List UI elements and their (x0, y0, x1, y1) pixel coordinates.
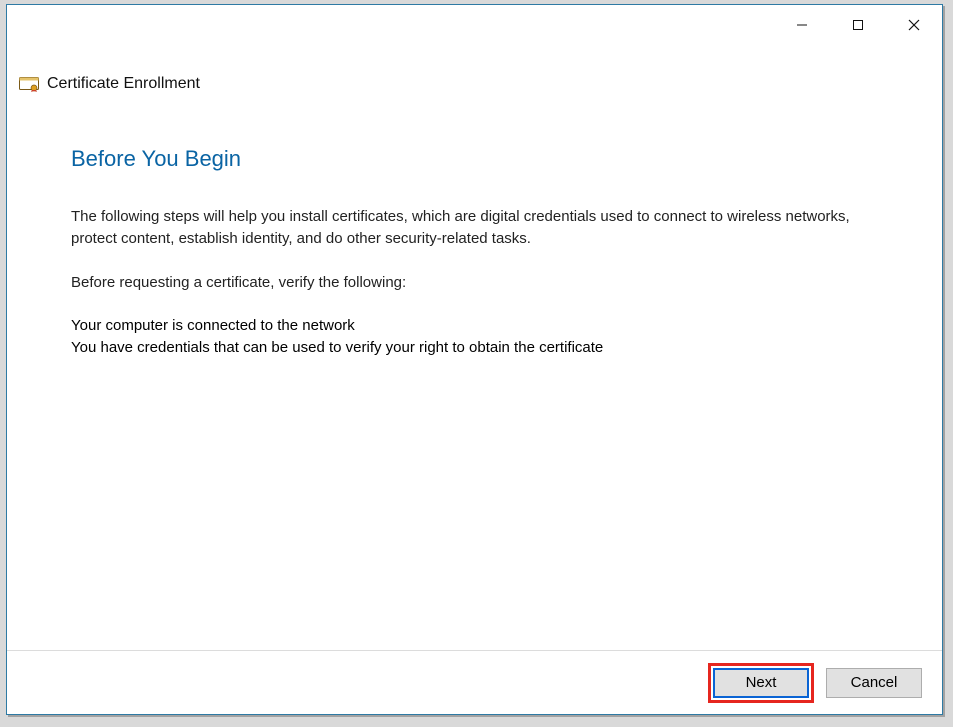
dialog-title: Certificate Enrollment (47, 75, 200, 93)
intro-paragraph: The following steps will help you instal… (71, 206, 878, 250)
dialog-footer: Next Cancel (7, 650, 942, 714)
dialog-header: Certificate Enrollment (7, 75, 942, 97)
minimize-icon (796, 19, 808, 31)
titlebar (7, 5, 942, 57)
dialog-window: Certificate Enrollment Before You Begin … (6, 4, 943, 715)
annotation-highlight: Next (708, 663, 814, 703)
next-button[interactable]: Next (713, 668, 809, 698)
close-icon (908, 19, 920, 31)
content-area: Before You Begin The following steps wil… (7, 110, 942, 648)
requirement-network: Your computer is connected to the networ… (71, 315, 878, 337)
maximize-icon (852, 19, 864, 31)
close-button[interactable] (886, 5, 942, 45)
requirement-credentials: You have credentials that can be used to… (71, 337, 878, 359)
verify-intro: Before requesting a certificate, verify … (71, 272, 878, 294)
window-controls (774, 5, 942, 45)
certificate-enrollment-icon (19, 76, 39, 92)
minimize-button[interactable] (774, 5, 830, 45)
page-heading: Before You Begin (71, 146, 878, 172)
maximize-button[interactable] (830, 5, 886, 45)
cancel-button[interactable]: Cancel (826, 668, 922, 698)
